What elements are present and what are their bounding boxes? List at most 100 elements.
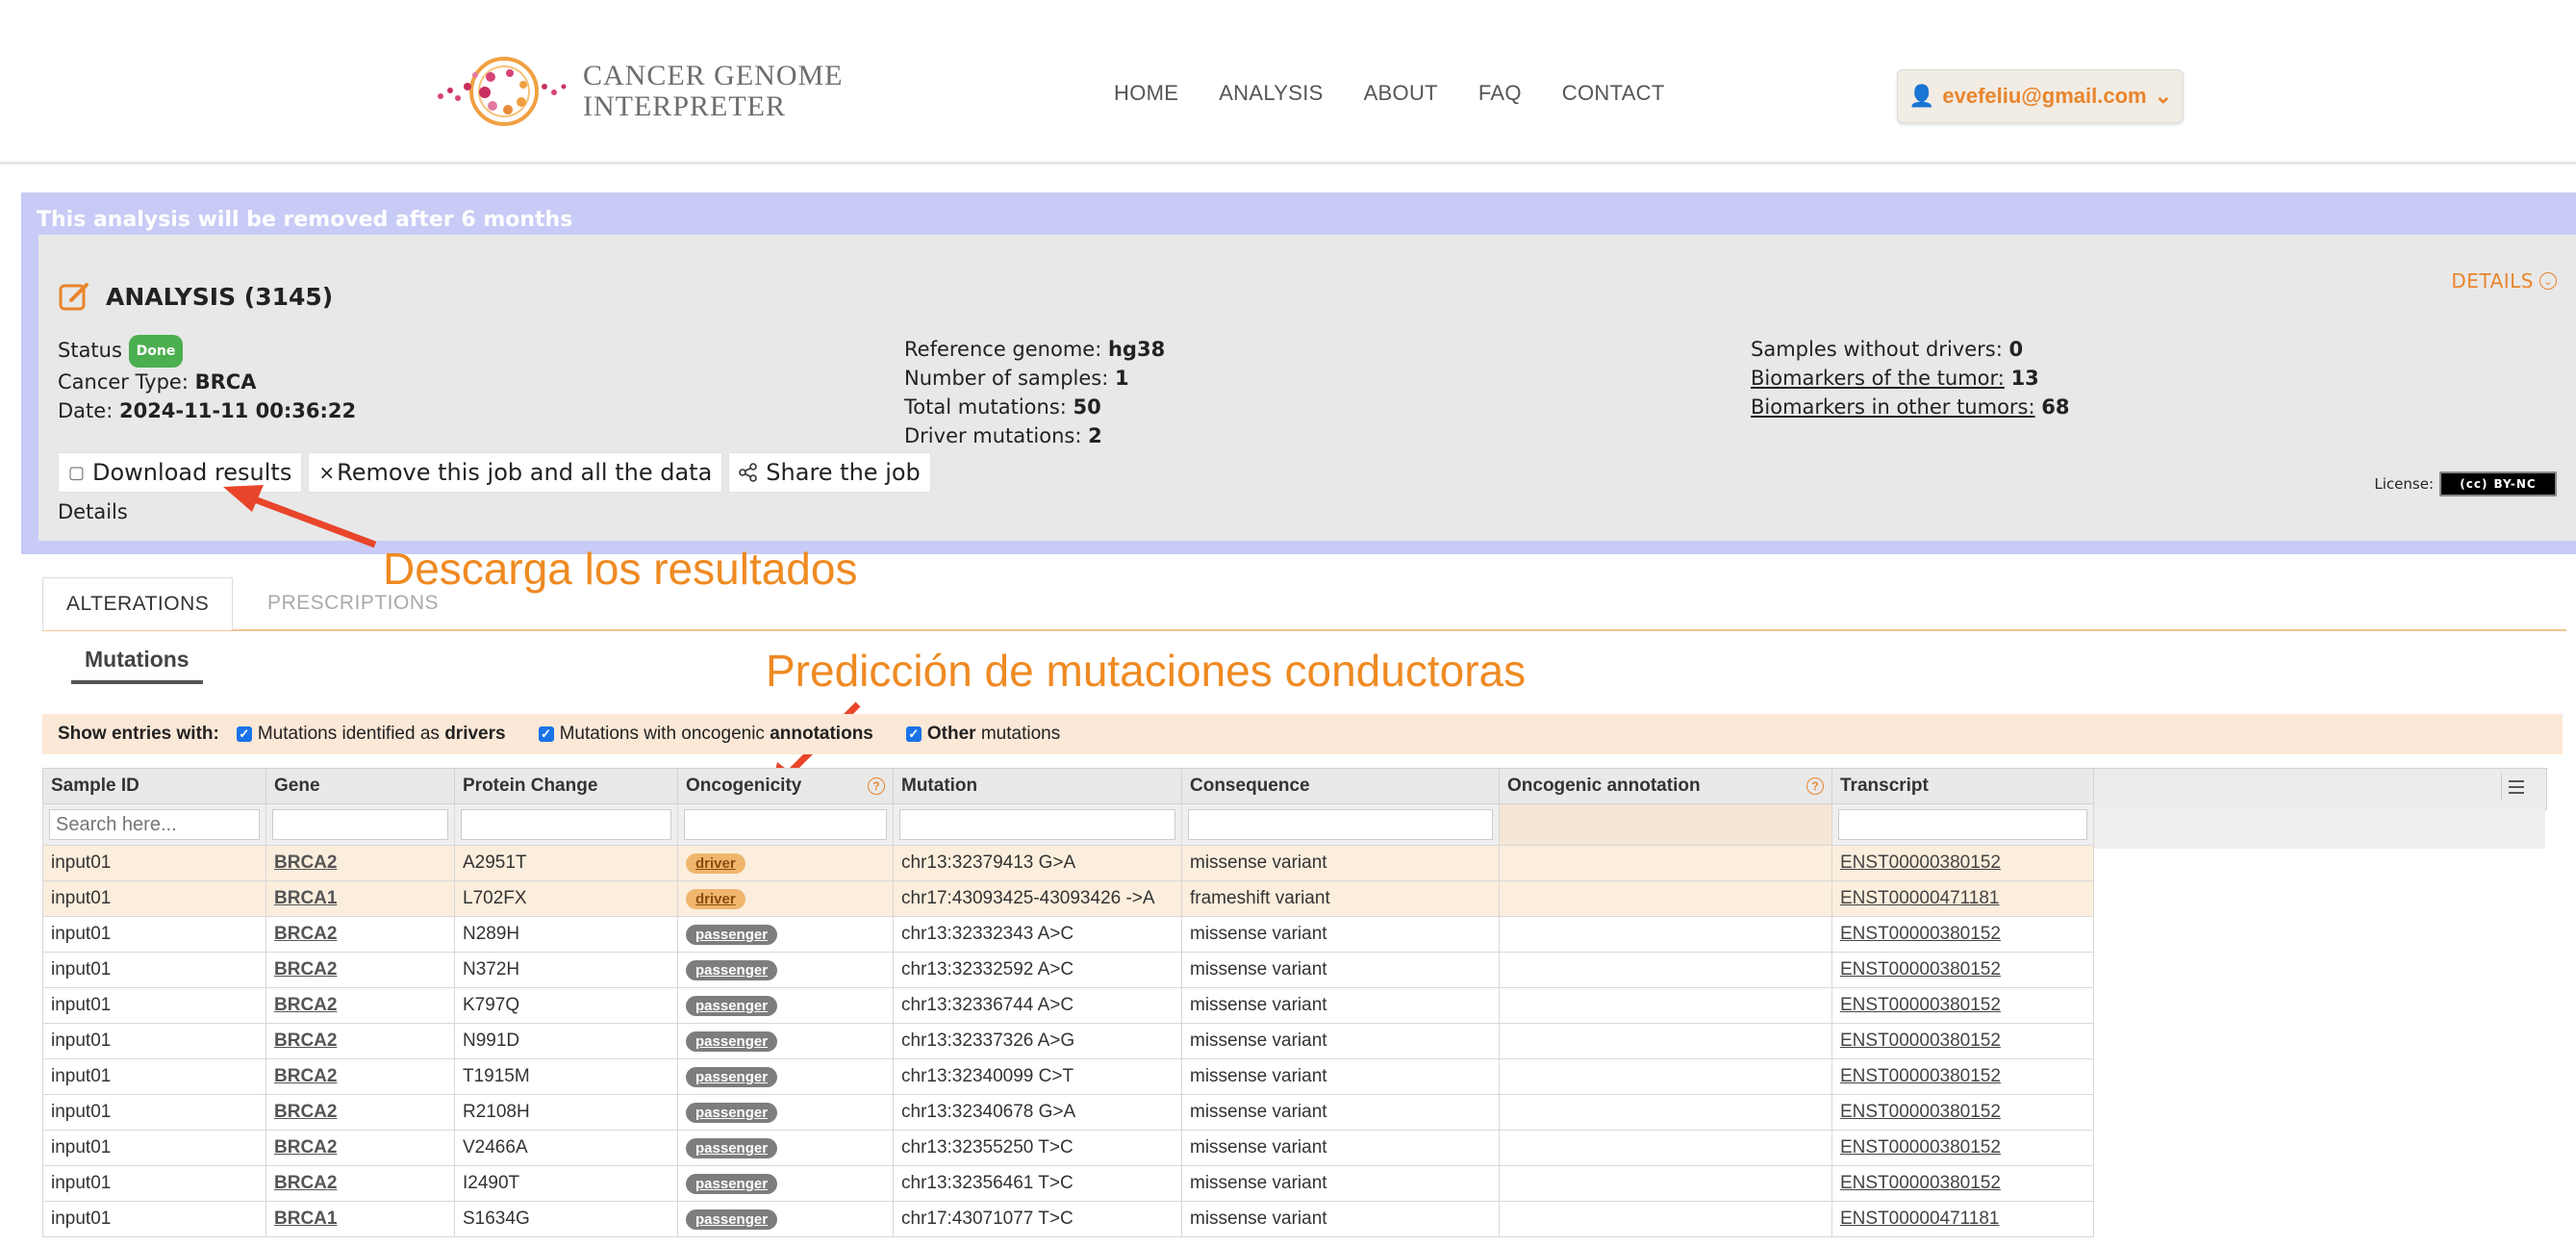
oncogenicity-badge[interactable]: passenger (686, 1103, 778, 1123)
cell-protein-change: N372H (454, 952, 678, 988)
table-row[interactable]: input01 BRCA2 K797Q passenger chr13:32336744… (42, 987, 2094, 1024)
transcript-link[interactable]: ENST00000380152 (1840, 853, 2001, 873)
col-gene[interactable]: Gene (265, 768, 455, 804)
checkbox-checked-icon[interactable]: ✓ (538, 726, 554, 742)
gene-link[interactable]: BRCA2 (274, 853, 337, 873)
gene-link[interactable]: BRCA2 (274, 1066, 337, 1086)
table-row[interactable]: input01 BRCA1 L702FX driver chr17:43093425-4… (42, 880, 2094, 917)
cell-oncogenic-annotation (1499, 916, 1832, 953)
col-oncogenicity-label: Oncogenicity (686, 776, 802, 796)
results-tabs: ALTERATIONS PRESCRIPTIONS (42, 577, 2566, 631)
filter-other-bold: Other (926, 724, 976, 744)
subtab-mutations[interactable]: Mutations (71, 647, 203, 684)
transcript-link[interactable]: ENST00000471181 (1840, 1209, 2000, 1229)
gene-link[interactable]: BRCA2 (274, 1031, 337, 1051)
table-row[interactable]: input01 BRCA2 I2490T passenger chr13:3235646… (42, 1165, 2094, 1202)
search-oncogenicity-input[interactable] (684, 809, 887, 840)
cell-consequence: missense variant (1181, 916, 1500, 953)
col-transcript[interactable]: Transcript (1831, 768, 2094, 804)
oncogenicity-badge[interactable]: driver (686, 853, 745, 874)
search-transcript-input[interactable] (1838, 809, 2087, 840)
cell-protein-change: V2466A (454, 1130, 678, 1166)
search-row (42, 803, 2094, 846)
table-row[interactable]: input01 BRCA2 N372H passenger chr13:32332592… (42, 952, 2094, 988)
oncogenicity-badge[interactable]: passenger (686, 1067, 778, 1087)
gene-link[interactable]: BRCA1 (274, 1209, 337, 1229)
search-cell (677, 803, 894, 846)
oncogenicity-badge[interactable]: passenger (686, 960, 778, 980)
col-oncogenicity[interactable]: Oncogenicity? (677, 768, 894, 804)
cell-gene: BRCA2 (265, 987, 455, 1024)
oncogenicity-badge[interactable]: passenger (686, 1174, 778, 1194)
cell-oncogenic-annotation (1499, 845, 1832, 881)
col-consequence[interactable]: Consequence (1181, 768, 1500, 804)
oncogenicity-badge[interactable]: passenger (686, 996, 778, 1016)
help-icon[interactable]: ? (1806, 777, 1824, 795)
cell-sample-id: input01 (42, 1094, 266, 1131)
search-sample-input[interactable] (49, 809, 260, 840)
cell-oncogenic-annotation (1499, 987, 1832, 1024)
transcript-link[interactable]: ENST00000380152 (1840, 1031, 2001, 1051)
gene-link[interactable]: BRCA1 (274, 888, 337, 908)
cell-oncogenic-annotation (1499, 880, 1832, 917)
cell-oncogenicity: passenger (677, 1165, 894, 1202)
transcript-link[interactable]: ENST00000380152 (1840, 1102, 2001, 1122)
col-mutation[interactable]: Mutation (893, 768, 1182, 804)
oncogenicity-badge[interactable]: driver (686, 889, 745, 909)
cell-transcript: ENST00000380152 (1831, 1165, 2094, 1202)
transcript-link[interactable]: ENST00000380152 (1840, 924, 2001, 944)
tab-alterations[interactable]: ALTERATIONS (42, 577, 234, 630)
search-mutation-input[interactable] (899, 809, 1175, 840)
filter-other[interactable]: ✓ Other mutations (905, 724, 1061, 745)
oncogenicity-badge[interactable]: passenger (686, 1031, 778, 1052)
table-row[interactable]: input01 BRCA1 S1634G passenger chr17:4307107… (42, 1201, 2094, 1237)
checkbox-checked-icon[interactable]: ✓ (905, 726, 922, 742)
cell-oncogenic-annotation (1499, 1165, 1832, 1202)
oncogenicity-badge[interactable]: passenger (686, 1138, 778, 1158)
mutations-table: Sample ID Gene Protein Change Oncogenici… (42, 768, 2094, 1237)
filter-oncogenic-annotations[interactable]: ✓ Mutations with oncogenic annotations (538, 724, 873, 745)
gene-link[interactable]: BRCA2 (274, 924, 337, 944)
gene-link[interactable]: BRCA2 (274, 1102, 337, 1122)
cell-transcript: ENST00000380152 (1831, 1023, 2094, 1059)
tab-prescriptions[interactable]: PRESCRIPTIONS (244, 577, 462, 629)
gene-link[interactable]: BRCA2 (274, 1173, 337, 1193)
cell-oncogenicity: passenger (677, 987, 894, 1024)
gene-link[interactable]: BRCA2 (274, 1137, 337, 1158)
cell-protein-change: R2108H (454, 1094, 678, 1131)
checkbox-checked-icon[interactable]: ✓ (236, 726, 252, 742)
transcript-link[interactable]: ENST00000380152 (1840, 1066, 2001, 1086)
filter-other-post: mutations (975, 724, 1061, 744)
help-icon[interactable]: ? (868, 777, 885, 795)
transcript-link[interactable]: ENST00000471181 (1840, 888, 2000, 908)
table-row[interactable]: input01 BRCA2 A2951T driver chr13:32379413 G… (42, 845, 2094, 881)
filter-drivers[interactable]: ✓ Mutations identified as drivers (236, 724, 506, 745)
cell-gene: BRCA1 (265, 880, 455, 917)
transcript-link[interactable]: ENST00000380152 (1840, 1173, 2001, 1193)
col-protein-change[interactable]: Protein Change (454, 768, 678, 804)
table-row[interactable]: input01 BRCA2 T1915M passenger chr13:3234009… (42, 1058, 2094, 1095)
col-sample-id[interactable]: Sample ID (42, 768, 266, 804)
oncogenicity-badge[interactable]: passenger (686, 1209, 778, 1230)
search-consequence-input[interactable] (1188, 809, 1493, 840)
cell-transcript: ENST00000471181 (1831, 880, 2094, 917)
cell-sample-id: input01 (42, 987, 266, 1024)
oncogenicity-badge[interactable]: passenger (686, 925, 778, 945)
search-gene-input[interactable] (272, 809, 448, 840)
transcript-link[interactable]: ENST00000380152 (1840, 959, 2001, 980)
search-protein-input[interactable] (461, 809, 671, 840)
gene-link[interactable]: BRCA2 (274, 995, 337, 1015)
transcript-link[interactable]: ENST00000380152 (1840, 1137, 2001, 1158)
table-row[interactable]: input01 BRCA2 N991D passenger chr13:32337326… (42, 1023, 2094, 1059)
transcript-link[interactable]: ENST00000380152 (1840, 995, 2001, 1015)
cell-gene: BRCA2 (265, 1165, 455, 1202)
cell-gene: BRCA2 (265, 1094, 455, 1131)
cell-mutation: chr13:32332343 A>C (893, 916, 1182, 953)
table-row[interactable]: input01 BRCA2 V2466A passenger chr13:3235525… (42, 1130, 2094, 1166)
table-row[interactable]: input01 BRCA2 N289H passenger chr13:32332343… (42, 916, 2094, 953)
gene-link[interactable]: BRCA2 (274, 959, 337, 980)
cell-oncogenic-annotation (1499, 1130, 1832, 1166)
search-cell (1181, 803, 1500, 846)
table-row[interactable]: input01 BRCA2 R2108H passenger chr13:3234067… (42, 1094, 2094, 1131)
col-oncogenic-annotation[interactable]: Oncogenic annotation? (1499, 768, 1832, 804)
